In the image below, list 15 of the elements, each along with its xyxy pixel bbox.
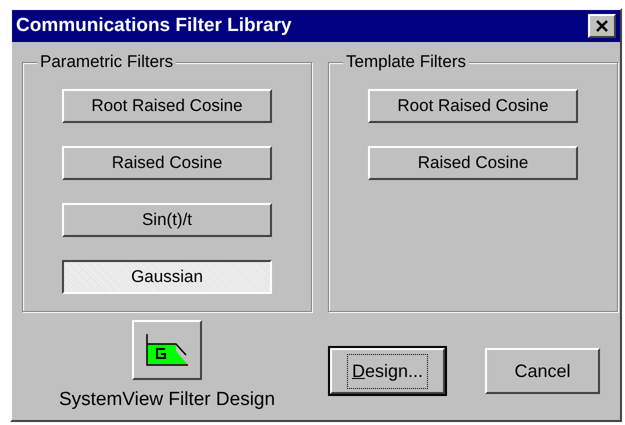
close-icon xyxy=(595,19,609,33)
close-button[interactable] xyxy=(588,14,616,38)
filter-button[interactable]: Root Raised Cosine xyxy=(368,89,578,123)
filter-button[interactable]: Gaussian xyxy=(62,260,272,294)
filter-button[interactable]: Raised Cosine xyxy=(62,146,272,180)
filter-button[interactable]: Root Raised Cosine xyxy=(62,89,272,123)
tool-label: SystemView Filter Design xyxy=(58,388,276,412)
filter-design-button[interactable] xyxy=(132,320,202,380)
window-title: Communications Filter Library xyxy=(16,14,292,38)
filter-shape-icon xyxy=(144,333,190,367)
action-button[interactable]: Design... xyxy=(330,348,445,394)
group-title: Template Filters xyxy=(343,52,469,72)
filter-button[interactable]: Raised Cosine xyxy=(368,146,578,180)
filter-button[interactable]: Sin(t)/t xyxy=(62,203,272,237)
action-button[interactable]: Cancel xyxy=(485,348,600,394)
